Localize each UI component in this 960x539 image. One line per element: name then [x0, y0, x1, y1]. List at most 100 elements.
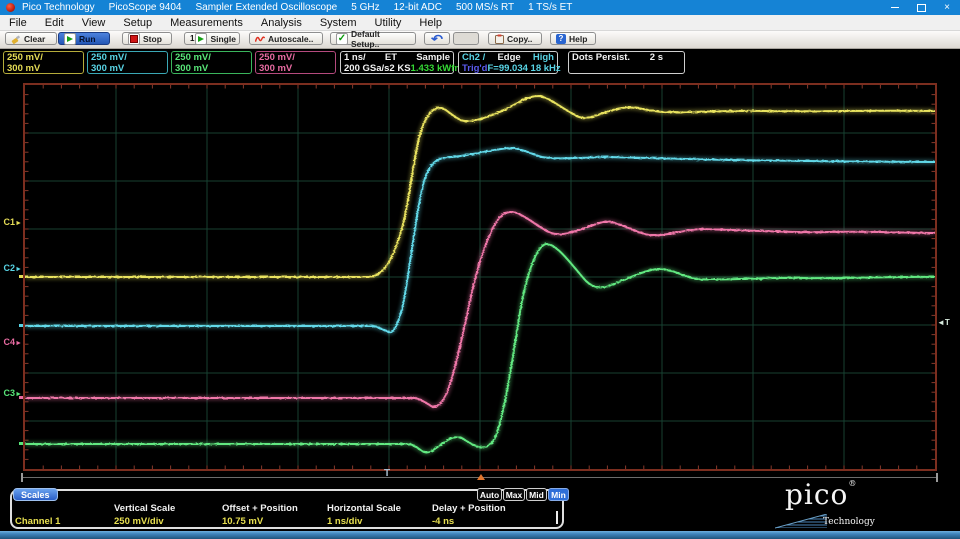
acquisition-mode: Sample	[416, 53, 450, 64]
timebase-scale: 1 ns/	[344, 53, 366, 64]
menu-view[interactable]: View	[73, 15, 115, 30]
trigger-frequency: F=99.034 18 kHz	[487, 64, 560, 75]
marker-arrow-icon: ►	[15, 266, 22, 273]
help-label: Help	[569, 34, 587, 44]
panel-size-min-button[interactable]: Min	[548, 488, 569, 501]
panel-size-mid-button[interactable]: Mid	[526, 488, 547, 501]
trigger-box[interactable]: Ch2 / Edge High Trig'd F=99.034 18 kHz	[458, 51, 558, 74]
scope-graticule-and-traces	[25, 85, 935, 469]
single-label: Single	[210, 34, 236, 44]
delay-position-header: Delay + Position	[432, 503, 506, 514]
ch2-scale: 250 mV/	[91, 53, 127, 64]
title-vendor: Pico Technology	[22, 2, 95, 13]
minimize-button[interactable]	[882, 0, 908, 15]
marker-c4[interactable]: C4►	[0, 337, 22, 347]
menu-file[interactable]: File	[0, 15, 36, 30]
horizontal-scale-value[interactable]: 1 ns/div	[327, 516, 362, 527]
logo-subtext: Technology	[823, 517, 875, 527]
logo-triangle-icon	[775, 514, 827, 529]
toolbar: Clear Run Stop 1 Single Autoscale.. ✓ De…	[0, 31, 960, 49]
logo-text: pico	[785, 478, 848, 511]
trigger-status: Trig'd	[462, 64, 487, 75]
menu-analysis[interactable]: Analysis	[252, 15, 311, 30]
close-icon: ×	[944, 2, 950, 13]
clear-button[interactable]: Clear	[5, 32, 57, 45]
help-button[interactable]: ? Help	[550, 32, 596, 45]
autoscale-button[interactable]: Autoscale..	[249, 32, 323, 45]
channel4-settings-box[interactable]: 250 mV/ 300 mV	[255, 51, 336, 74]
marker-arrow-icon: ►	[15, 220, 22, 227]
panel-size-max-button[interactable]: Max	[503, 488, 525, 501]
slider-right-cap	[936, 473, 938, 482]
vertical-scale-value[interactable]: 250 mV/div	[114, 516, 164, 527]
sample-rate: 200 GSa/s	[344, 64, 389, 75]
trigger-type: Edge	[497, 53, 520, 64]
channel2-settings-box[interactable]: 250 mV/ 300 mV	[87, 51, 168, 74]
title-bandwidth: 5 GHz	[351, 2, 379, 13]
autoscale-label: Autoscale..	[268, 34, 313, 44]
title-product: Sampler Extended Oscilloscope	[196, 2, 338, 13]
title-et-rate: 1 TS/s ET	[528, 2, 572, 13]
stop-label: Stop	[143, 34, 162, 44]
delay-position-arrow-icon[interactable]	[477, 474, 485, 480]
run-label: Run	[79, 34, 96, 44]
offset-position-header: Offset + Position	[222, 503, 298, 514]
ch1-range: 300 mV	[7, 64, 40, 75]
trigger-sensitivity: High	[533, 53, 554, 64]
persistence-box[interactable]: Dots Persist. 2 s	[568, 51, 685, 74]
slider-left-cap	[21, 473, 23, 482]
ch2-range: 300 mV	[91, 64, 124, 75]
autoscale-waveform-icon	[255, 34, 265, 44]
trigger-level-marker[interactable]: ◄T	[937, 318, 950, 327]
menu-help[interactable]: Help	[410, 15, 451, 30]
horizontal-scale-header: Horizontal Scale	[327, 503, 401, 514]
ch3-range: 300 mV	[175, 64, 208, 75]
run-icon	[64, 33, 76, 45]
trigger-position-marker[interactable]: T	[384, 468, 390, 479]
menu-measurements[interactable]: Measurements	[161, 15, 252, 30]
ch3-scale: 250 mV/	[175, 53, 211, 64]
copy-label: Copy..	[507, 34, 532, 44]
panel-size-auto-button[interactable]: Auto	[477, 488, 502, 501]
panel-resize-handle[interactable]	[556, 511, 558, 524]
title-bar: Pico Technology PicoScope 9404 Sampler E…	[0, 0, 960, 15]
marker-c1[interactable]: C1►	[0, 217, 22, 227]
stop-button[interactable]: Stop	[122, 32, 172, 45]
panel-channel-label: Channel 1	[15, 516, 60, 527]
undo-button[interactable]: ↶	[424, 32, 450, 45]
timebase-box[interactable]: 1 ns/ ET Sample 200 GSa/s 2 KS 1.433 kWf…	[340, 51, 454, 74]
persistence-value: 2 s	[650, 53, 663, 64]
trigger-source: Ch2 /	[462, 53, 485, 64]
maximize-icon	[917, 4, 926, 12]
tab-scales[interactable]: Scales	[13, 488, 58, 501]
menu-setup[interactable]: Setup	[114, 15, 161, 30]
ch4-range: 300 mV	[259, 64, 292, 75]
undo-icon: ↶	[431, 33, 443, 45]
maximize-button[interactable]	[908, 0, 934, 15]
help-icon: ?	[556, 34, 566, 44]
run-button[interactable]: Run	[58, 32, 110, 45]
timebase-mode: ET	[385, 53, 397, 64]
scope-display[interactable]	[23, 83, 937, 471]
picoscope-app-window: Pico Technology PicoScope 9404 Sampler E…	[0, 0, 960, 539]
app-icon	[6, 3, 15, 12]
title-adc: 12-bit ADC	[394, 2, 442, 13]
copy-button[interactable]: Copy..	[488, 32, 542, 45]
menu-edit[interactable]: Edit	[36, 15, 73, 30]
single-one-icon: 1	[190, 34, 194, 43]
offset-position-value[interactable]: 10.75 mV	[222, 516, 263, 527]
menu-bar: File Edit View Setup Measurements Analys…	[0, 15, 960, 31]
default-setup-button[interactable]: ✓ Default Setup..	[330, 32, 416, 45]
stop-icon	[128, 33, 140, 45]
channel3-settings-box[interactable]: 250 mV/ 300 mV	[171, 51, 252, 74]
delay-position-value[interactable]: -4 ns	[432, 516, 454, 527]
single-button[interactable]: 1 Single	[184, 32, 240, 45]
vertical-scale-header: Vertical Scale	[114, 503, 175, 514]
close-button[interactable]: ×	[934, 0, 960, 15]
redo-button-disabled	[453, 32, 479, 45]
pico-technology-logo: pico® Technology	[775, 484, 940, 530]
ch1-scale: 250 mV/	[7, 53, 43, 64]
marker-c2[interactable]: C2►	[0, 263, 22, 273]
taskbar-strip	[0, 531, 960, 539]
channel1-settings-box[interactable]: 250 mV/ 300 mV	[3, 51, 84, 74]
